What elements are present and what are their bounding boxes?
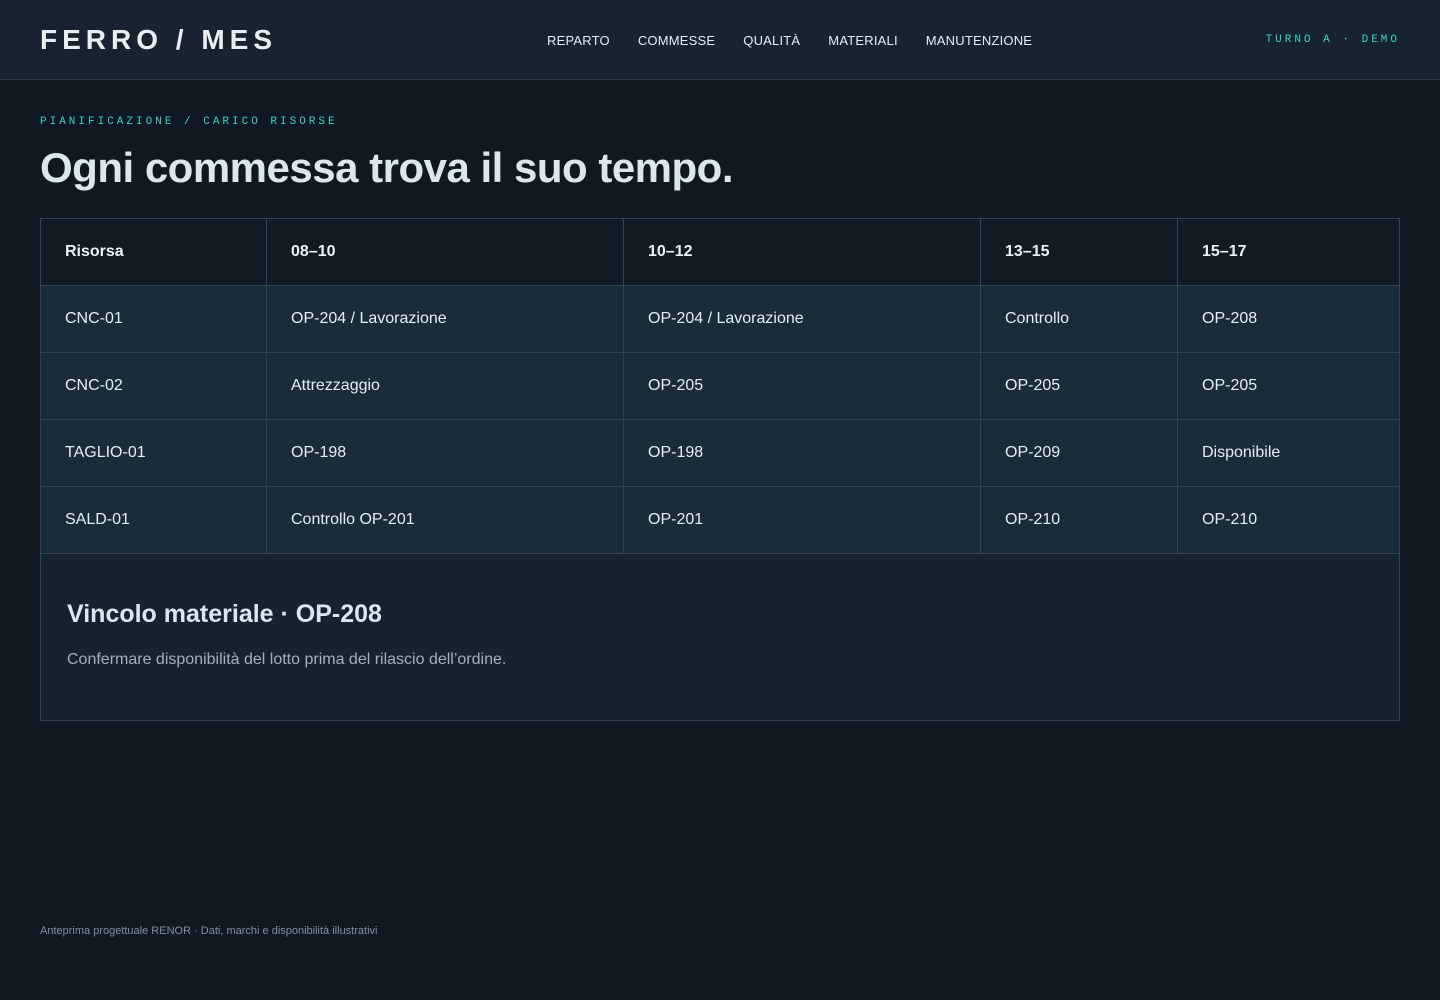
schedule-cell[interactable]: OP-204 / Lavorazione: [623, 285, 981, 353]
nav-item-manutenzione[interactable]: MANUTENZIONE: [926, 33, 1032, 48]
note-text: Confermare disponibilità del lotto prima…: [67, 651, 507, 668]
schedule-cell[interactable]: OP-198: [266, 419, 624, 487]
schedule-cell[interactable]: Attrezzaggio: [266, 352, 624, 420]
top-bar: FERRO / MES REPARTO COMMESSE QUALITÀ MAT…: [0, 0, 1440, 80]
schedule-cell[interactable]: OP-201: [623, 486, 981, 554]
footer-disclaimer: Anteprima progettuale RENOR · Dati, marc…: [40, 925, 378, 937]
table-row: CNC-02 Attrezzaggio OP-205 OP-205 OP-205: [40, 352, 1400, 420]
schedule-cell[interactable]: OP-210: [980, 486, 1178, 554]
schedule-cell[interactable]: OP-205: [1177, 352, 1400, 420]
resource-cell: TAGLIO-01: [40, 419, 267, 487]
breadcrumb: PIANIFICAZIONE / CARICO RISORSE: [40, 116, 338, 128]
schedule-cell[interactable]: OP-205: [980, 352, 1178, 420]
schedule-cell[interactable]: Controllo OP-201: [266, 486, 624, 554]
material-constraint-note: Vincolo materiale · OP-208 Confermare di…: [40, 554, 1400, 721]
note-title: Vincolo materiale · OP-208: [67, 600, 382, 628]
schedule-cell[interactable]: OP-198: [623, 419, 981, 487]
column-header-slot-1: 08–10: [266, 218, 624, 286]
schedule-cell[interactable]: OP-209: [980, 419, 1178, 487]
main-nav: REPARTO COMMESSE QUALITÀ MATERIALI MANUT…: [547, 0, 1032, 80]
column-header-slot-3: 13–15: [980, 218, 1178, 286]
column-header-slot-2: 10–12: [623, 218, 981, 286]
resource-schedule-table: Risorsa 08–10 10–12 13–15 15–17 CNC-01 O…: [40, 218, 1400, 554]
resource-cell: CNC-02: [40, 352, 267, 420]
brand-logo[interactable]: FERRO / MES: [40, 24, 277, 56]
main-content: PIANIFICAZIONE / CARICO RISORSE Ogni com…: [0, 116, 1440, 721]
table-row: CNC-01 OP-204 / Lavorazione OP-204 / Lav…: [40, 285, 1400, 353]
shift-indicator: TURNO A · DEMO: [1265, 34, 1400, 46]
nav-item-qualita[interactable]: QUALITÀ: [743, 33, 800, 48]
table-header-row: Risorsa 08–10 10–12 13–15 15–17: [40, 218, 1400, 286]
page-title: Ogni commessa trova il suo tempo.: [40, 144, 734, 191]
nav-item-reparto[interactable]: REPARTO: [547, 33, 610, 48]
schedule-cell[interactable]: Disponibile: [1177, 419, 1400, 487]
table-row: TAGLIO-01 OP-198 OP-198 OP-209 Disponibi…: [40, 419, 1400, 487]
nav-item-commesse[interactable]: COMMESSE: [638, 33, 715, 48]
nav-item-materiali[interactable]: MATERIALI: [828, 33, 897, 48]
table-row: SALD-01 Controllo OP-201 OP-201 OP-210 O…: [40, 486, 1400, 554]
column-header-risorsa: Risorsa: [40, 218, 267, 286]
resource-cell: CNC-01: [40, 285, 267, 353]
resource-cell: SALD-01: [40, 486, 267, 554]
column-header-slot-4: 15–17: [1177, 218, 1400, 286]
schedule-cell[interactable]: OP-204 / Lavorazione: [266, 285, 624, 353]
schedule-cell[interactable]: OP-205: [623, 352, 981, 420]
schedule-cell[interactable]: OP-208: [1177, 285, 1400, 353]
schedule-cell[interactable]: OP-210: [1177, 486, 1400, 554]
schedule-cell[interactable]: Controllo: [980, 285, 1178, 353]
